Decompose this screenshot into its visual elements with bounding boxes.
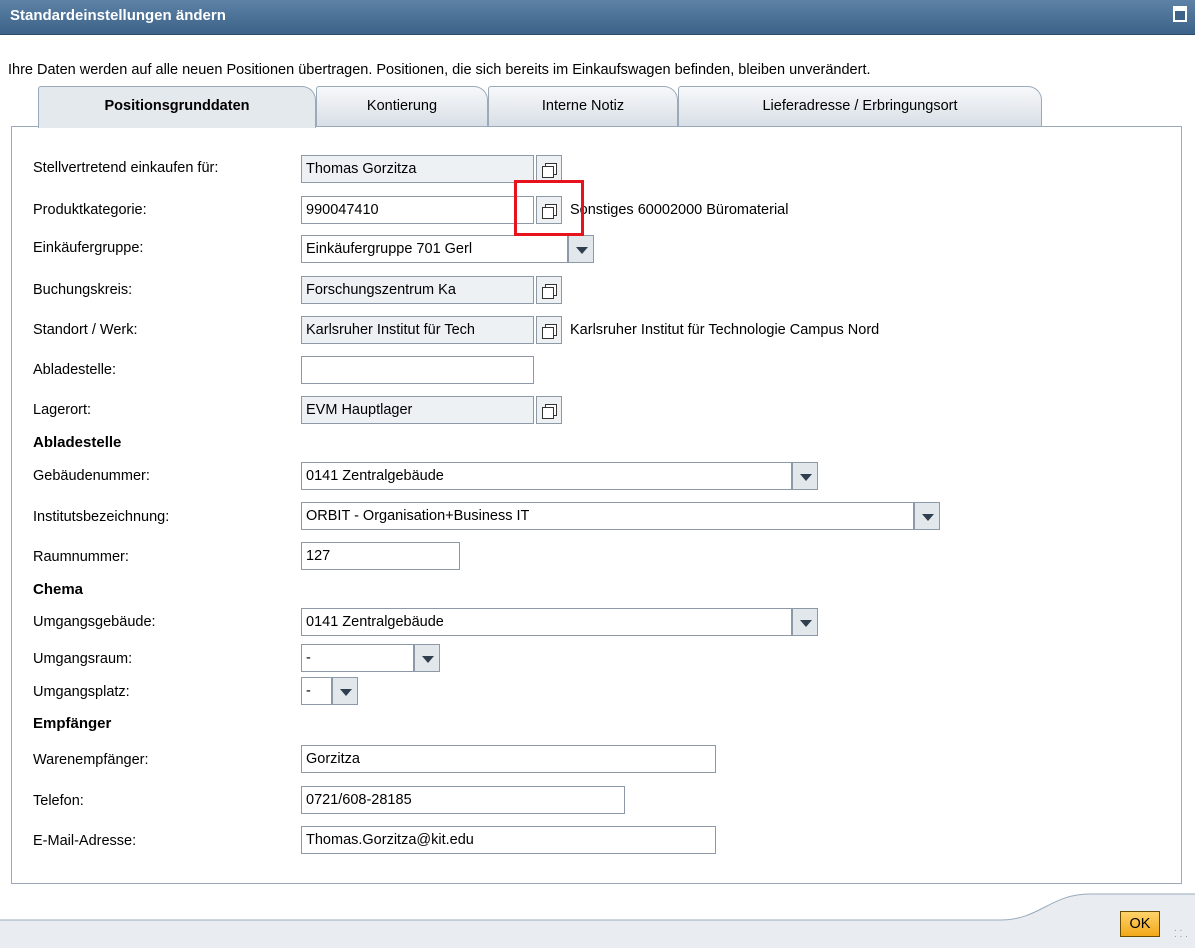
abladestelle-input[interactable]: [301, 356, 534, 384]
label-raumnummer: Raumnummer:: [33, 549, 129, 565]
label-gebaeudenummer: Gebäudenummer:: [33, 468, 150, 484]
highlight-box: [514, 180, 584, 236]
raumnummer-input[interactable]: 127: [301, 542, 460, 570]
ok-button[interactable]: OK: [1120, 911, 1160, 937]
standort-field[interactable]: Karlsruher Institut für Tech: [301, 316, 534, 344]
standort-description: Karlsruher Institut für Technologie Camp…: [570, 322, 880, 338]
chevron-down-icon: [576, 247, 588, 254]
tab-interne-notiz[interactable]: Interne Notiz: [488, 86, 678, 126]
buchungskreis-value-help[interactable]: [536, 276, 562, 304]
stellvertretend-field[interactable]: Thomas Gorzitza: [301, 155, 534, 183]
stellvertretend-value-help[interactable]: [536, 155, 562, 183]
section-title-abladestelle: Abladestelle: [33, 434, 122, 451]
label-stellvertretend: Stellvertretend einkaufen für:: [33, 160, 219, 176]
label-abladestelle: Abladestelle:: [33, 362, 117, 378]
tab-positionsgrunddaten[interactable]: Positionsgrunddaten: [38, 86, 316, 128]
buchungskreis-field[interactable]: Forschungszentrum Ka: [301, 276, 534, 304]
umgangsplatz-select[interactable]: -: [301, 677, 332, 705]
label-einkaeufergruppe: Einkäufergruppe:: [33, 240, 144, 256]
warenempfaenger-input[interactable]: Gorzitza: [301, 745, 716, 773]
produktkategorie-field[interactable]: 990047410: [301, 196, 534, 224]
telefon-input[interactable]: 0721/608-28185: [301, 786, 625, 814]
gebaeudenummer-select[interactable]: 0141 Zentralgebäude: [301, 462, 792, 490]
umgangsgebaeude-dropdown-button[interactable]: [792, 608, 818, 636]
label-produktkategorie: Produktkategorie:: [33, 202, 147, 218]
resize-grip-icon[interactable]: . .. . .: [1174, 924, 1188, 940]
gebaeudenummer-dropdown-button[interactable]: [792, 462, 818, 490]
chevron-down-icon: [800, 620, 812, 627]
chevron-down-icon: [422, 656, 434, 663]
einkaeufergruppe-select[interactable]: Einkäufergruppe 701 Gerl: [301, 235, 568, 263]
section-title-chema: Chema: [33, 581, 84, 598]
label-telefon: Telefon:: [33, 793, 84, 809]
tab-kontierung[interactable]: Kontierung: [316, 86, 488, 126]
label-lagerort: Lagerort:: [33, 402, 92, 418]
email-input[interactable]: Thomas.Gorzitza@kit.edu: [301, 826, 716, 854]
umgangsgebaeude-select[interactable]: 0141 Zentralgebäude: [301, 608, 792, 636]
einkaeufergruppe-dropdown-button[interactable]: [568, 235, 594, 263]
chevron-down-icon: [340, 689, 352, 696]
window-title: Standardeinstellungen ändern: [10, 7, 226, 24]
chevron-down-icon: [922, 514, 934, 521]
umgangsraum-select[interactable]: -: [301, 644, 414, 672]
label-umgangsgebaeude: Umgangsgebäude:: [33, 614, 156, 630]
lagerort-field[interactable]: EVM Hauptlager: [301, 396, 534, 424]
label-umgangsraum: Umgangsraum:: [33, 651, 133, 667]
label-umgangsplatz: Umgangsplatz:: [33, 684, 130, 700]
label-warenempfaenger: Warenempfänger:: [33, 752, 149, 768]
label-buchungskreis: Buchungskreis:: [33, 282, 133, 298]
tab-lieferadresse[interactable]: Lieferadresse / Erbringungsort: [678, 86, 1042, 126]
label-standort: Standort / Werk:: [33, 322, 138, 338]
title-bar: Standardeinstellungen ändern: [0, 0, 1195, 35]
institutsbezeichnung-select[interactable]: ORBIT - Organisation+Business IT: [301, 502, 914, 530]
label-email: E-Mail-Adresse:: [33, 833, 137, 849]
section-title-empfaenger: Empfänger: [33, 715, 112, 732]
umgangsplatz-dropdown-button[interactable]: [332, 677, 358, 705]
lagerort-value-help[interactable]: [536, 396, 562, 424]
maximize-icon[interactable]: [1173, 6, 1187, 22]
chevron-down-icon: [800, 474, 812, 481]
standort-value-help[interactable]: [536, 316, 562, 344]
footer-bar: [0, 893, 1195, 948]
institutsbezeichnung-dropdown-button[interactable]: [914, 502, 940, 530]
info-text: Ihre Daten werden auf alle neuen Positio…: [8, 62, 871, 78]
label-institutsbezeichnung: Institutsbezeichnung:: [33, 509, 170, 525]
produktkategorie-description: Sonstiges 60002000 Büromaterial: [570, 202, 789, 218]
umgangsraum-dropdown-button[interactable]: [414, 644, 440, 672]
